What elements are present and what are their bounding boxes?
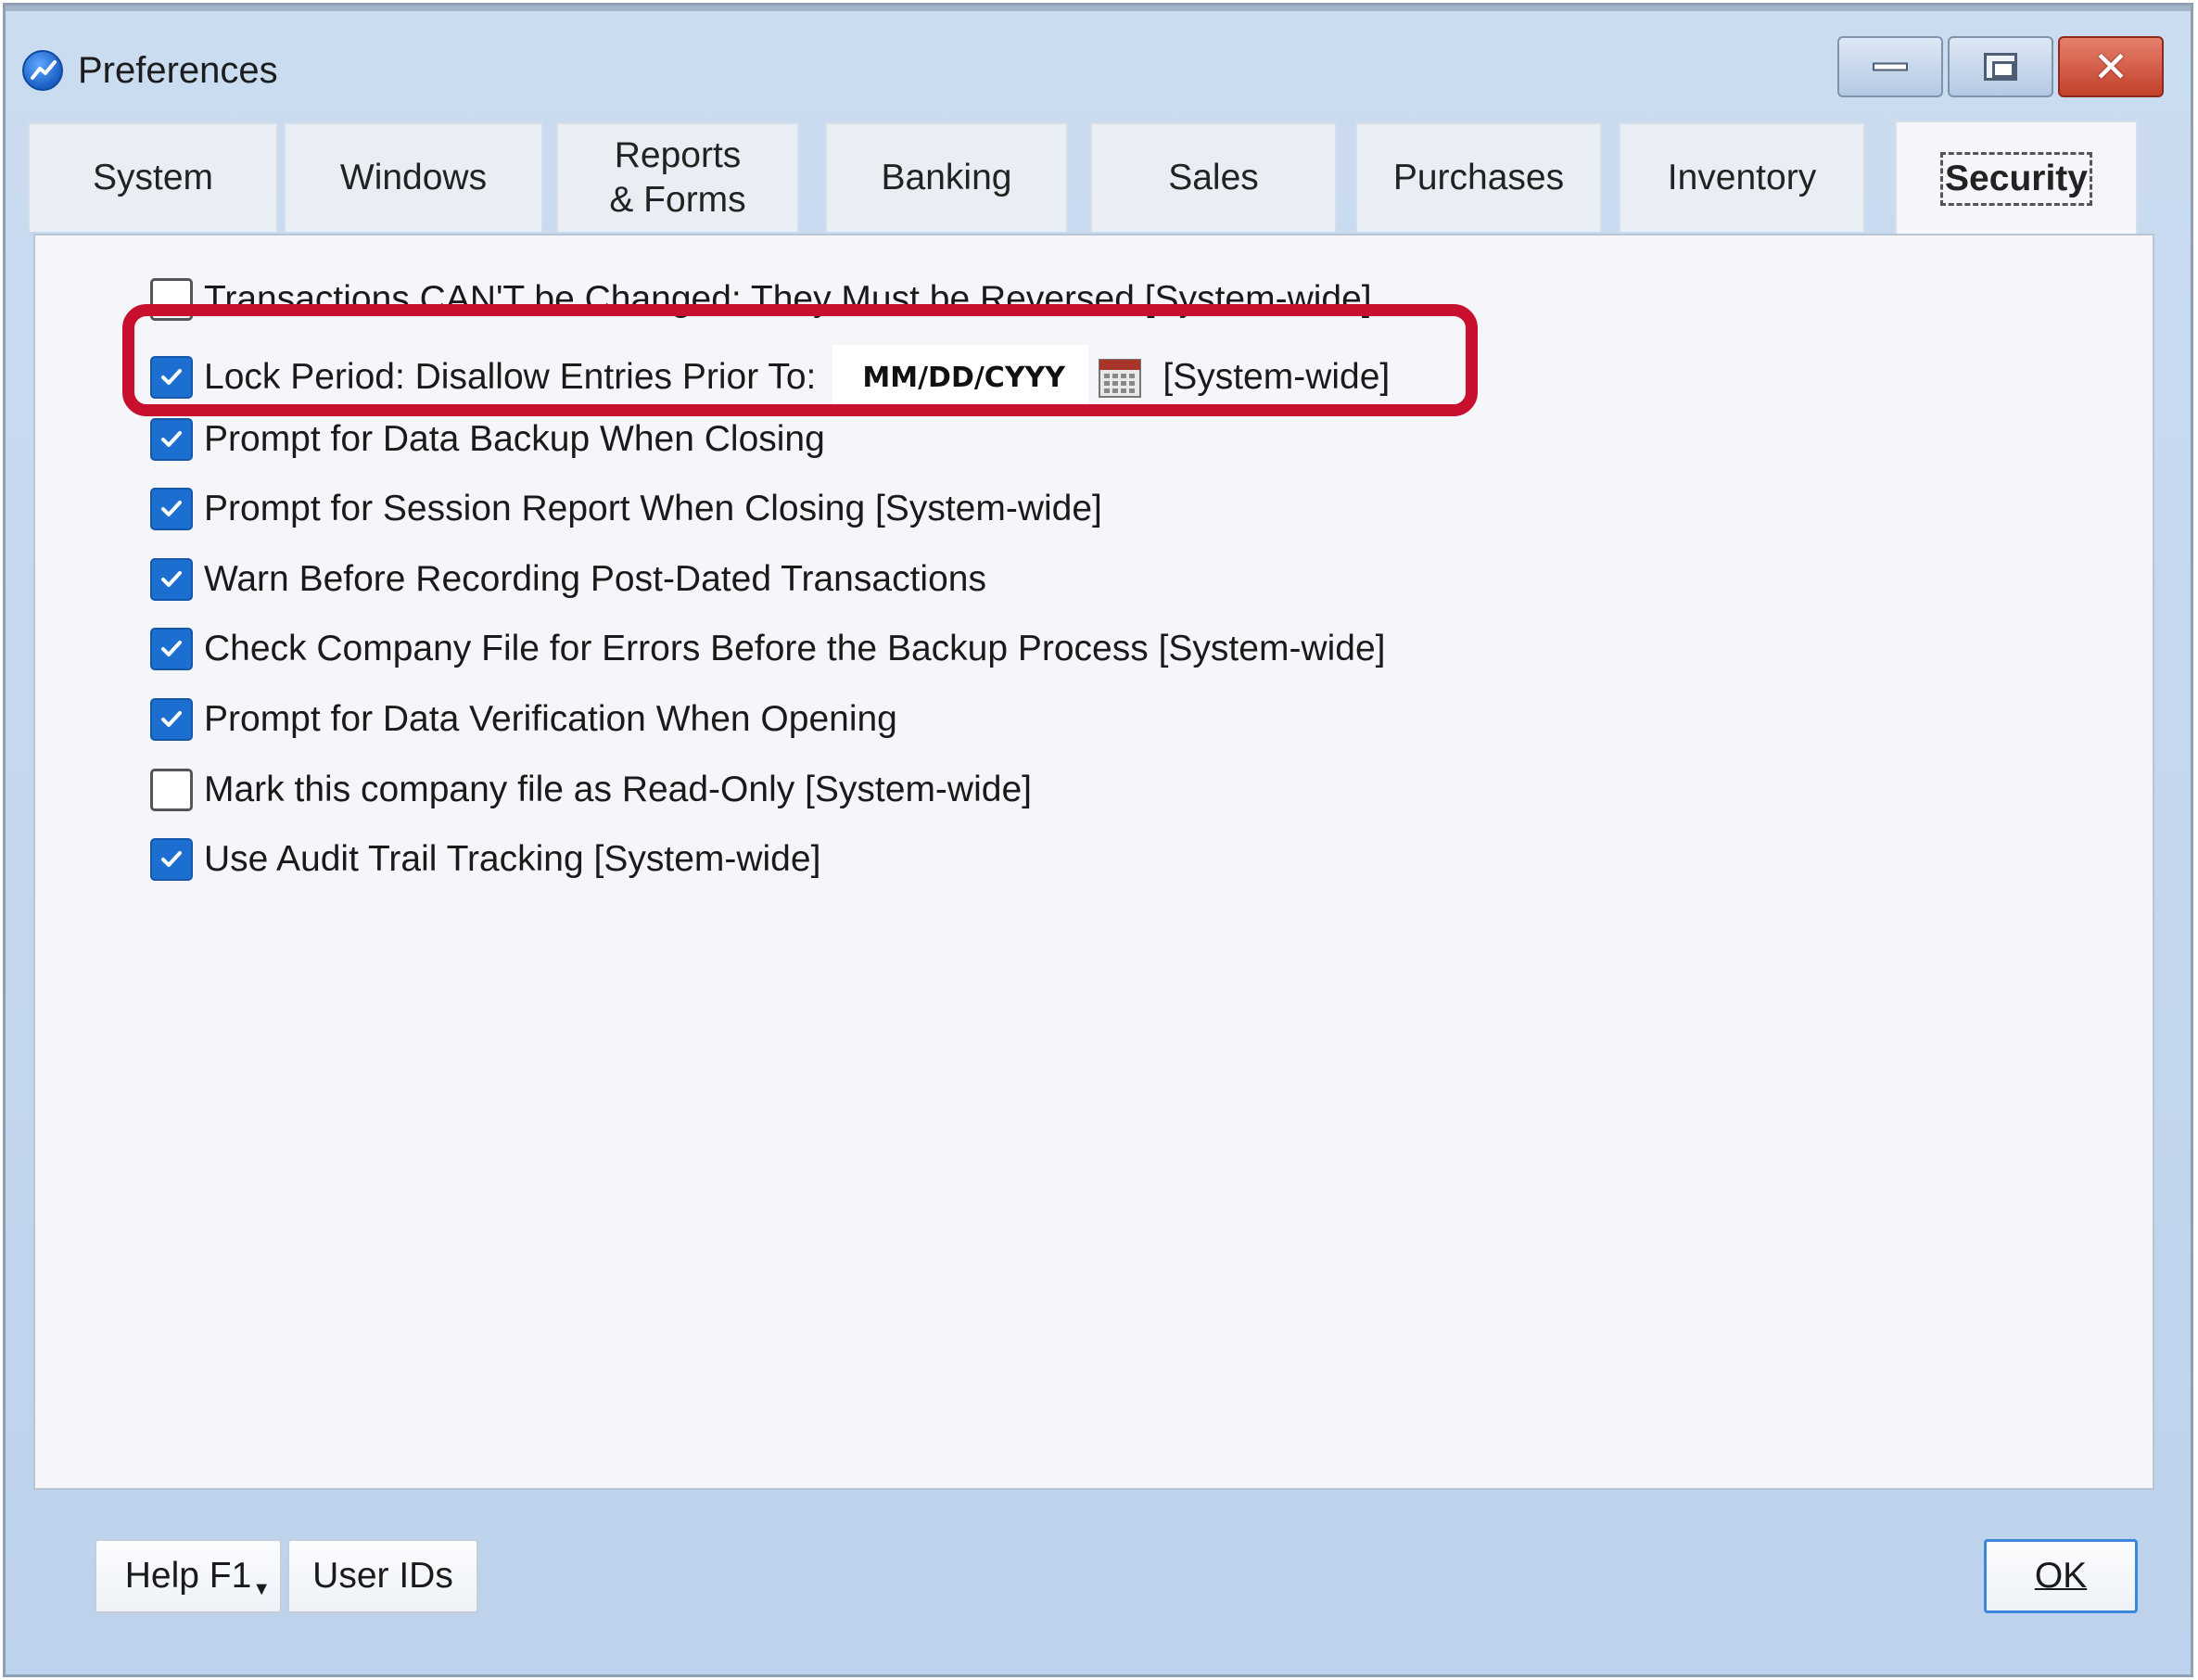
tab-purchases[interactable]: Purchases (1355, 122, 1602, 232)
app-logo-icon (22, 50, 63, 91)
option-row: Prompt for Data Verification When Openin… (150, 696, 897, 743)
option-row: Mark this company file as Read-Only [Sys… (150, 767, 1032, 813)
preferences-tabs: System Windows Reports & Forms Banking S… (28, 121, 2160, 235)
checkmark-icon (161, 571, 182, 587)
checkbox-post-dated-warning[interactable] (150, 558, 193, 601)
checkbox-audit-trail[interactable] (150, 838, 193, 881)
option-label: Transactions CAN'T be Changed: They Must… (204, 279, 1372, 319)
checkmark-icon (161, 369, 182, 385)
option-label: Lock Period: Disallow Entries Prior To: (204, 357, 817, 397)
tab-inventory[interactable]: Inventory (1619, 122, 1865, 232)
system-wide-suffix: [System-wide] (1163, 357, 1391, 397)
tab-banking[interactable]: Banking (825, 122, 1068, 232)
ok-button[interactable]: OK (1984, 1539, 2138, 1613)
security-panel: Transactions CAN'T be Changed: They Must… (33, 234, 2154, 1490)
option-row: Check Company File for Errors Before the… (150, 626, 1385, 672)
lock-period-row: Lock Period: Disallow Entries Prior To: … (150, 344, 1390, 411)
help-button-label: Help F1 (124, 1556, 252, 1596)
tab-system[interactable]: System (28, 122, 278, 232)
calendar-icon[interactable] (1098, 356, 1142, 399)
preferences-window: Preferences ✕ System Windows Reports & F… (3, 3, 2193, 1677)
option-row: Prompt for Data Backup When Closing (150, 416, 825, 463)
close-button[interactable]: ✕ (2058, 36, 2164, 97)
user-ids-button[interactable]: User IDs (287, 1539, 478, 1613)
option-label: Warn Before Recording Post-Dated Transac… (204, 559, 986, 599)
option-row: Transactions CAN'T be Changed: They Must… (150, 276, 1372, 323)
option-row: Prompt for Session Report When Closing [… (150, 486, 1102, 532)
help-button[interactable]: Help F1 ▼ (95, 1539, 282, 1613)
option-label: Mark this company file as Read-Only [Sys… (204, 770, 1032, 809)
tab-security[interactable]: Security (1895, 121, 2138, 235)
maximize-button[interactable] (1948, 36, 2053, 97)
option-label: Prompt for Data Verification When Openin… (204, 699, 897, 739)
checkbox-transactions-cant-change[interactable] (150, 278, 193, 321)
checkbox-lock-period[interactable] (150, 356, 193, 399)
maximize-icon (1984, 53, 2017, 81)
checkbox-data-verification[interactable] (150, 698, 193, 741)
window-title: Preferences (78, 50, 278, 91)
checkmark-icon (161, 501, 182, 516)
option-row: Use Audit Trail Tracking [System-wide] (150, 836, 820, 883)
checkbox-read-only[interactable] (150, 769, 193, 811)
user-ids-button-label: User IDs (312, 1556, 453, 1596)
checkmark-icon (161, 711, 182, 727)
minimize-button[interactable] (1837, 36, 1943, 97)
tab-windows[interactable]: Windows (284, 122, 543, 232)
option-label: Use Audit Trail Tracking [System-wide] (204, 839, 821, 879)
close-icon: ✕ (2092, 42, 2129, 92)
checkbox-data-backup-closing[interactable] (150, 418, 193, 461)
option-row: Warn Before Recording Post-Dated Transac… (150, 556, 986, 603)
option-label: Prompt for Data Backup When Closing (204, 419, 825, 459)
checkbox-session-report[interactable] (150, 488, 193, 530)
checkmark-icon (161, 641, 182, 656)
option-label: Check Company File for Errors Before the… (204, 629, 1386, 668)
minimize-icon (1873, 62, 1908, 71)
ok-button-label: OK (2034, 1556, 2088, 1596)
title-bar[interactable]: Preferences ✕ (6, 6, 2191, 115)
option-label: Prompt for Session Report When Closing [… (204, 489, 1102, 528)
checkbox-check-errors-backup[interactable] (150, 628, 193, 670)
checkmark-icon (161, 851, 182, 867)
checkmark-icon (161, 431, 182, 447)
tab-sales[interactable]: Sales (1090, 122, 1337, 232)
dropdown-caret-icon: ▼ (252, 1579, 271, 1599)
tab-reports-forms[interactable]: Reports & Forms (556, 122, 799, 232)
lock-period-date-field[interactable] (832, 345, 1089, 410)
